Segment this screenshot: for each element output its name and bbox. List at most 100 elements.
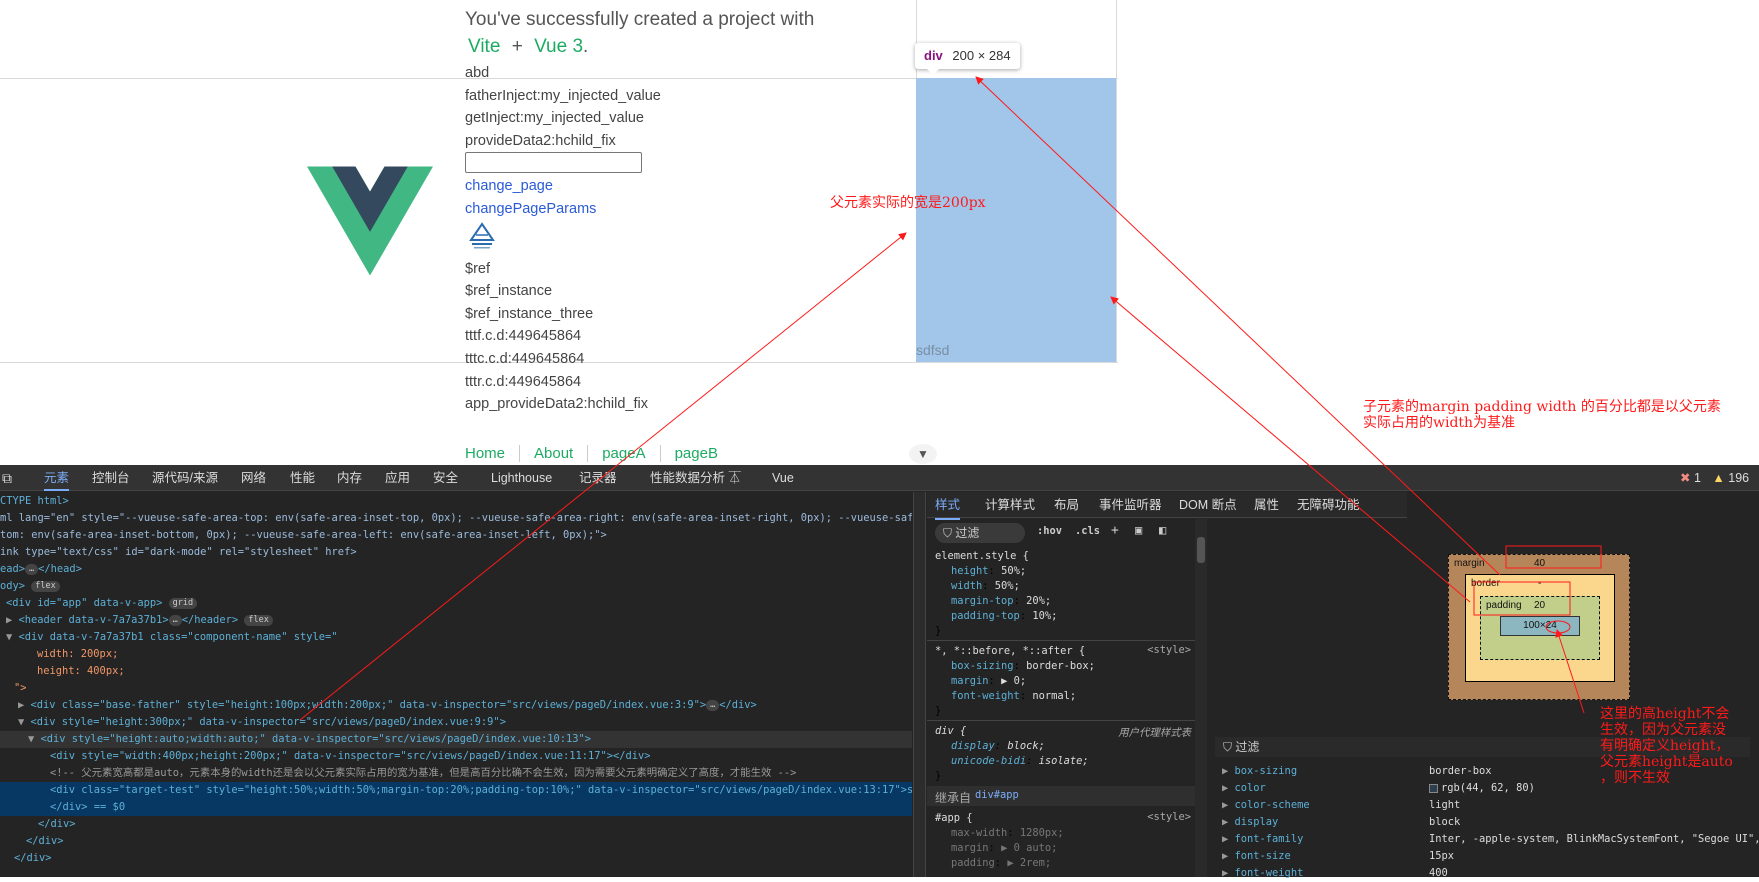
rule-selector[interactable]: *, *::before, *::after { [935,644,1085,659]
tab-computed[interactable]: 计算样式 [985,492,1035,518]
tab-layout[interactable]: 布局 [1054,492,1079,518]
style-prop[interactable]: margin-top: 20%; [951,594,1051,609]
vue-link[interactable]: Vue 3 [534,36,583,57]
nav-page-b[interactable]: pageB [659,445,732,462]
change-page-link[interactable]: change_page [465,175,661,198]
change-page-params-link[interactable]: changePageParams [465,198,661,221]
dom-node-selected[interactable]: </div> == $0 [0,799,912,816]
style-prop[interactable]: padding-top: 10%; [951,609,1057,624]
computed-prop[interactable]: ▶ font-family Inter, -apple-system, Blink… [1222,831,1759,848]
nav-about[interactable]: About [519,445,587,462]
styles-scrollbar[interactable] [1195,519,1207,877]
dom-node[interactable]: <div style="width:400px;height:200px;" d… [0,748,912,765]
computed-prop[interactable]: ▶ font-size 15px [1222,848,1454,865]
vite-link[interactable]: Vite [468,36,500,57]
inherited-from-link[interactable]: div#app [975,789,1019,801]
dom-node[interactable]: <div id="app" data-v-app> grid [0,595,912,612]
style-prop[interactable]: width: 50%; [951,579,1020,594]
tab-accessibility[interactable]: 无障碍功能 [1297,492,1360,518]
dom-node[interactable]: </div> [0,850,912,867]
tab-console[interactable]: 控制台 [92,465,130,491]
collapsed-badge[interactable]: … [25,563,39,575]
tab-dom-breakpoints[interactable]: DOM 断点 [1179,492,1237,518]
dom-node[interactable]: tom: env(safe-area-inset-bottom, 0px); -… [0,527,912,544]
list-item: tttf.c.d:449645864 [465,328,582,345]
dom-node[interactable]: ead>… </head> [0,561,912,578]
style-prop[interactable]: margin: ▶ 0; [951,674,1026,689]
dom-node[interactable]: </div> [0,833,912,850]
dom-node[interactable]: ▼ <div style="height:300px;" data-v-insp… [0,714,912,731]
dom-node-hovered[interactable]: ▼ <div style="height:auto;width:auto;" d… [0,731,912,748]
tab-performance[interactable]: 性能 [290,465,315,491]
cls-toggle[interactable]: .cls [1075,525,1100,537]
issue-counter[interactable]: ✖ 1 ▲ 196 [1680,465,1749,491]
nav-home[interactable]: Home [465,445,519,462]
paint-icon[interactable]: ▣ [1135,523,1142,537]
flex-badge[interactable]: flex [244,614,273,626]
tab-recorder[interactable]: 记录器 [579,465,617,491]
tab-application[interactable]: 应用 [385,465,410,491]
devtools-tab-bar: ⧉ 元素 控制台 源代码/来源 网络 性能 内存 应用 安全 Lighthous… [0,465,1759,491]
grid-badge[interactable]: grid [168,597,198,609]
computed-prop[interactable]: ▶ font-weight 400 [1222,865,1448,882]
styles-filter-input[interactable]: ⛉ 过滤 [935,523,1025,543]
rule-source-link[interactable]: <style> [1147,644,1191,656]
plus-sign: + [511,36,523,57]
rule-selector[interactable]: div { [935,724,966,739]
annotation-height-line5: ，则不生效 [1600,770,1670,786]
tab-sources[interactable]: 源代码/来源 [152,465,218,491]
rule-source-link[interactable]: <style> [1147,811,1191,823]
rule-selector[interactable]: #app { [935,811,973,826]
dom-node[interactable]: height: 400px; [0,663,912,680]
style-prop[interactable]: padding: ▶ 2rem; [951,856,1051,871]
success-message: You've successfully created a project wi… [465,6,814,60]
add-rule-icon[interactable]: + [1111,523,1119,538]
scrollbar-thumb[interactable] [1197,537,1205,563]
dom-node[interactable]: CTYPE html> [0,493,912,510]
computed-prop[interactable]: ▶ box-sizing border-box [1222,763,1492,780]
annotation-percent-line1: 子元素的margin padding width 的百分比都是以父元素 [1363,399,1721,415]
dom-node[interactable]: ▶ <div class="base-father" style="height… [0,697,912,714]
text-input[interactable] [465,152,642,174]
box-content[interactable]: 100×24 [1500,616,1580,636]
panel-splitter[interactable] [913,492,926,877]
color-swatch-icon [1429,783,1438,793]
tab-vue[interactable]: Vue [772,465,794,491]
highlighted-element-overlay [916,78,1116,362]
devtools-toggle-icon[interactable]: ▼ [909,444,937,464]
hov-toggle[interactable]: :hov [1037,525,1062,537]
style-prop[interactable]: height: 50%; [951,564,1026,579]
dom-node-selected[interactable]: <div class="target-test" style="height:5… [0,782,912,799]
tab-elements[interactable]: 元素 [44,465,70,491]
dom-node[interactable]: "> [0,680,912,697]
nav-page-a[interactable]: pageA [587,445,659,462]
tab-event-listeners[interactable]: 事件监听器 [1099,492,1162,518]
style-prop[interactable]: font-weight: normal; [951,689,1076,704]
tab-network[interactable]: 网络 [241,465,266,491]
style-prop[interactable]: margin: ▶ 0 auto; [951,841,1057,856]
tab-performance-insights[interactable]: 性能数据分析 ⏄ [650,465,741,491]
flex-badge[interactable]: flex [31,580,60,592]
tab-memory[interactable]: 内存 [337,465,362,491]
elements-tree: CTYPE html> ml lang="en" style="--vueuse… [0,492,912,877]
dom-node[interactable]: ▼ <div data-v-7a7a37b1 class="component-… [0,629,912,646]
tab-styles[interactable]: 样式 [935,492,961,520]
tab-properties[interactable]: 属性 [1254,492,1279,518]
dom-node[interactable]: </div> [0,816,912,833]
style-prop[interactable]: box-sizing: border-box; [951,659,1095,674]
inspect-icon[interactable]: ⧉ [2,465,12,491]
tab-lighthouse[interactable]: Lighthouse [491,465,552,491]
style-prop[interactable]: max-width: 1280px; [951,826,1064,841]
dom-node[interactable]: width: 200px; [0,646,912,663]
dom-node[interactable]: ml lang="en" style="--vueuse-safe-area-t… [0,510,912,527]
sidebar-toggle-icon[interactable]: ◧ [1159,523,1166,537]
tab-security[interactable]: 安全 [433,465,458,491]
computed-prop[interactable]: ▶ display block [1222,814,1460,831]
computed-prop[interactable]: ▶ color-scheme light [1222,797,1460,814]
dom-node[interactable]: ▶ <header data-v-7a7a37b1>… </header> fle… [0,612,912,629]
dom-comment[interactable]: <!-- 父元素宽高都是auto，元素本身的width还是会以父元素实际占用的宽… [0,765,912,782]
dom-node[interactable]: ink type="text/css" id="dark-mode" rel="… [0,544,912,561]
computed-prop[interactable]: ▶ color rgb(44, 62, 80) [1222,780,1535,797]
rule-selector[interactable]: element.style { [935,549,1029,564]
dom-node[interactable]: ody> flex [0,578,912,595]
